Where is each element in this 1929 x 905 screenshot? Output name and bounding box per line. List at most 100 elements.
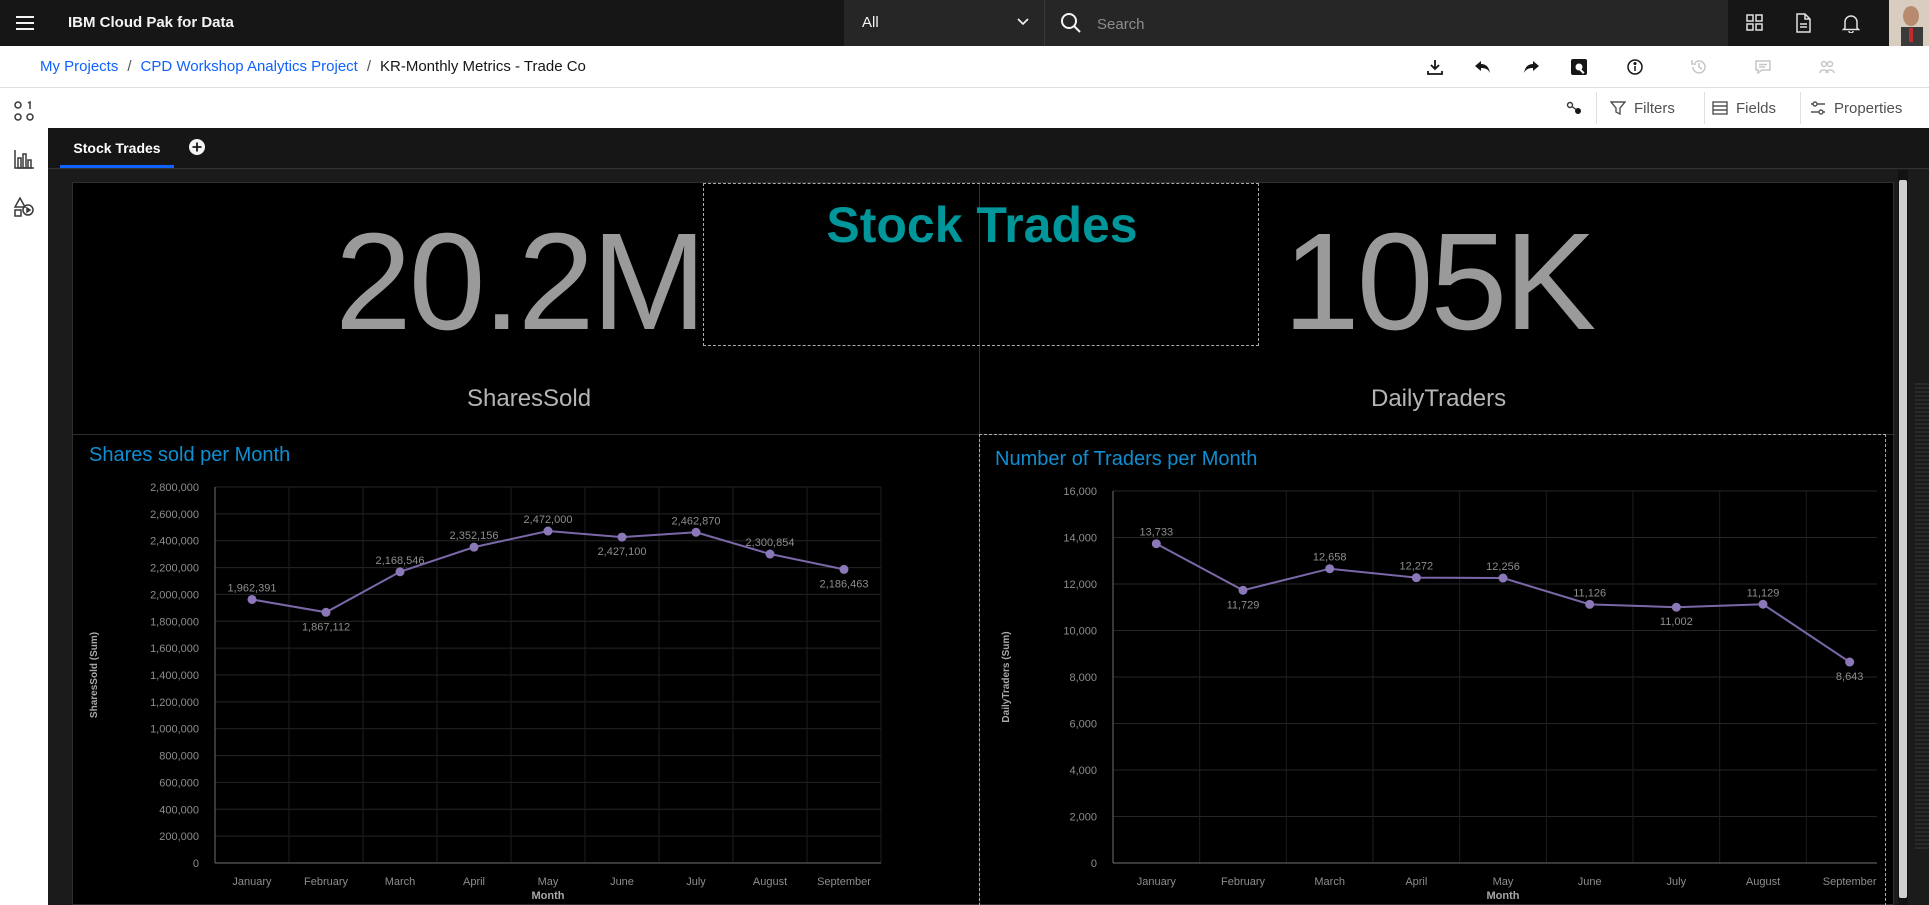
breadcrumb-current: KR-Monthly Metrics - Trade Co [380, 58, 586, 75]
data-label: 13,733 [1140, 527, 1174, 539]
y-tick-label: 200,000 [159, 831, 199, 843]
x-tick-label: March [385, 876, 416, 888]
x-tick-label: January [232, 876, 272, 888]
search-scope-select[interactable]: All [844, 0, 1045, 46]
y-tick-label: 400,000 [159, 804, 199, 816]
add-tab-icon[interactable] [188, 138, 208, 158]
sliders-icon [1811, 101, 1825, 115]
breadcrumb-separator: / [127, 58, 132, 75]
data-point [1758, 599, 1768, 609]
hamburger-menu-icon[interactable] [10, 8, 40, 38]
kpi-daily-traders-value[interactable]: 105K [1283, 203, 1596, 362]
widgets-icon[interactable] [9, 192, 39, 222]
global-search [1045, 0, 1728, 46]
data-point [765, 549, 775, 559]
document-icon[interactable] [1779, 0, 1827, 46]
kpi-shares-sold-value[interactable]: 20.2M [335, 203, 707, 362]
visualizations-icon[interactable] [9, 144, 39, 174]
sources-icon[interactable] [9, 96, 39, 126]
search-scope-value: All [862, 14, 879, 31]
breadcrumb-project[interactable]: CPD Workshop Analytics Project [141, 58, 358, 75]
y-tick-label: 6,000 [1069, 719, 1097, 731]
data-point [1238, 585, 1248, 595]
x-tick-label: March [1314, 876, 1345, 888]
x-tick-label: May [1493, 876, 1514, 888]
title-widget[interactable]: Stock Trades [703, 183, 1259, 346]
data-point [691, 527, 701, 537]
properties-button[interactable]: Properties [1810, 88, 1902, 128]
kpi-shares-sold-label: SharesSold [467, 385, 592, 412]
x-tick-label: June [610, 876, 634, 888]
x-tick-label: July [1667, 876, 1687, 888]
data-label: 1,962,391 [228, 582, 277, 594]
download-icon[interactable] [1418, 50, 1452, 84]
y-tick-label: 14,000 [1063, 533, 1097, 545]
undo-icon[interactable] [1466, 50, 1500, 84]
data-label: 2,186,463 [820, 578, 869, 590]
dashboard-title: Stock Trades [826, 197, 1138, 253]
x-tick-label: February [304, 876, 349, 888]
x-tick-label: April [463, 876, 485, 888]
canvas-scrollbar[interactable] [1898, 170, 1908, 905]
data-point [617, 532, 627, 542]
y-tick-label: 10,000 [1063, 626, 1097, 638]
search-input[interactable] [1095, 8, 1699, 40]
x-tick-label: September [1823, 876, 1877, 888]
x-tick-label: May [538, 876, 559, 888]
data-label: 2,300,854 [746, 537, 795, 549]
data-label: 12,658 [1313, 552, 1347, 564]
y-tick-label: 800,000 [159, 751, 199, 763]
y-tick-label: 2,400,000 [150, 536, 199, 548]
scrollbar-thumb[interactable] [1899, 180, 1907, 898]
widget-resize-handle[interactable] [1915, 381, 1929, 851]
data-point [839, 564, 849, 574]
kpi-daily-traders-label: DailyTraders [1371, 385, 1507, 412]
data-point [1411, 573, 1421, 583]
collaborators-icon[interactable] [1810, 50, 1844, 84]
y-tick-label: 2,800,000 [150, 482, 199, 494]
data-point [395, 567, 405, 577]
data-point [1845, 657, 1855, 667]
catalog-grid-icon[interactable] [1731, 0, 1779, 46]
y-tick-label: 2,000,000 [150, 589, 199, 601]
relationships-icon[interactable] [1566, 88, 1582, 128]
x-tick-label: September [817, 876, 871, 888]
tab-stock-trades[interactable]: Stock Trades [60, 128, 174, 168]
filters-button[interactable]: Filters [1610, 88, 1675, 128]
data-label: 12,256 [1486, 561, 1520, 573]
toolbar-divider [1596, 92, 1597, 124]
data-label: 1,867,112 [302, 621, 350, 633]
fields-label: Fields [1736, 99, 1777, 117]
fields-button[interactable]: Fields [1712, 88, 1776, 128]
present-mode-icon[interactable] [1562, 50, 1596, 84]
y-tick-label: 1,000,000 [150, 724, 199, 736]
toolbar-divider [1704, 92, 1705, 124]
traders-line-chart[interactable]: 0 2,000 4,000 6,000 8,000 10,000 12,000 14,000 1… [987, 478, 1877, 903]
version-history-icon[interactable] [1682, 50, 1716, 84]
data-point [1151, 539, 1161, 549]
user-avatar[interactable] [1889, 0, 1929, 46]
toolbar-divider [1800, 92, 1801, 124]
redo-icon[interactable] [1514, 50, 1548, 84]
info-icon[interactable] [1618, 50, 1652, 84]
shares-line-chart[interactable]: 0 200,000 400,000 600,000 800,000 1,000,000 1,… [81, 478, 971, 903]
x-axis-title: Month [1487, 890, 1520, 902]
app-title[interactable]: IBM Cloud Pak for Data [68, 0, 234, 46]
data-point [1325, 564, 1335, 574]
notification-bell-icon[interactable] [1827, 0, 1875, 46]
y-axis-title: DailyTraders (Sum) [1001, 631, 1012, 722]
filters-label: Filters [1634, 99, 1675, 117]
comment-icon[interactable] [1746, 50, 1780, 84]
top-header: IBM Cloud Pak for Data All [0, 0, 1929, 46]
data-point [1585, 599, 1595, 609]
y-tick-label: 12,000 [1063, 579, 1097, 591]
x-tick-label: July [686, 876, 706, 888]
x-tick-label: January [1137, 876, 1177, 888]
app-window: IBM Cloud Pak for Data All My [0, 0, 1929, 905]
y-tick-label: 16,000 [1063, 486, 1097, 498]
data-point [1498, 573, 1508, 583]
data-label: 2,427,100 [598, 546, 647, 558]
data-label: 11,002 [1660, 616, 1693, 628]
y-tick-label: 1,400,000 [150, 670, 199, 682]
breadcrumb-my-projects[interactable]: My Projects [40, 58, 118, 75]
